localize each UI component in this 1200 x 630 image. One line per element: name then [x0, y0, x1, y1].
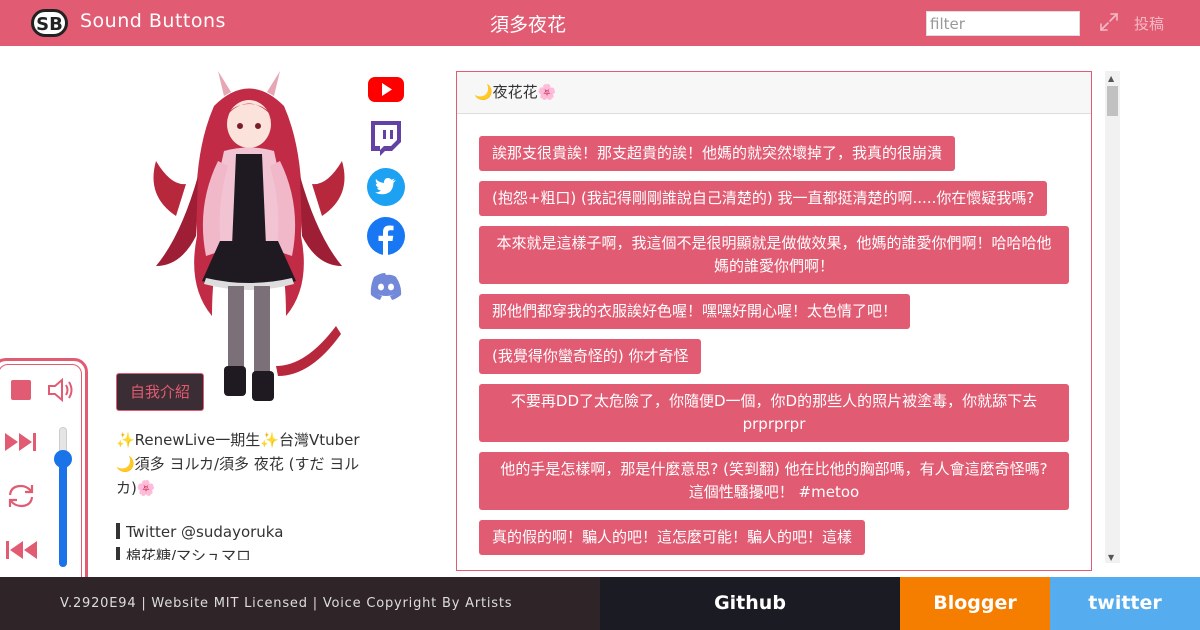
page-title: 須多夜花: [490, 14, 567, 36]
next-icon[interactable]: [4, 431, 38, 453]
vtuber-character-image: [153, 71, 345, 401]
sound-button[interactable]: 誒那支很貴誒！那支超貴的誒！他媽的就突然壞掉了，我真的很崩潰: [479, 136, 956, 171]
profile-line: カ)🌸: [116, 479, 156, 497]
post-link[interactable]: 投稿: [1134, 13, 1164, 34]
profile-description: ✨RenewLive一期生✨台灣Vtuber 🌙須多 ヨルカ/須多 夜花 (すだ…: [116, 428, 366, 560]
stop-icon[interactable]: [10, 379, 32, 401]
profile-line: 🌙須多 ヨルカ/須多 夜花 (すだ ヨル: [116, 455, 360, 473]
sound-button[interactable]: (抱怨+粗口) (我記得剛剛誰說自己清楚的) 我一直都挺清楚的啊.....你在懷…: [479, 181, 1048, 216]
scroll-up-arrow[interactable]: ▲: [1108, 74, 1114, 83]
facebook-icon[interactable]: [366, 216, 406, 256]
sound-button[interactable]: 不要再DD了太危險了，你隨便D一個，你D的那些人的照片被塗毒，你就舔下去prpr…: [479, 384, 1069, 442]
expand-icon[interactable]: [1098, 11, 1120, 33]
sound-button[interactable]: (我覺得你蠻奇怪的) 你才奇怪: [479, 339, 702, 374]
sound-list: 誒那支很貴誒！那支超貴的誒！他媽的就突然壞掉了，我真的很崩潰 (抱怨+粗口) (…: [457, 114, 1091, 565]
footer-version: V.2920E94 | Website MIT Licensed | Voice…: [0, 577, 600, 630]
blogger-link[interactable]: Blogger: [900, 577, 1050, 630]
scroll-down-arrow[interactable]: ▼: [1108, 553, 1114, 562]
volume-slider-fill: [59, 459, 67, 567]
filter-input[interactable]: [926, 11, 1080, 36]
sound-button[interactable]: 他的手是怎樣啊，那是什麼意思? (笑到翻) 他在比他的胸部嗎，有人會這麼奇怪嗎?…: [479, 452, 1069, 510]
sound-button[interactable]: 本來就是這樣子啊，我這個不是很明顯就是做做效果，他媽的誰愛你們啊！哈哈哈他媽的誰…: [479, 226, 1069, 284]
sound-list-panel: 🌙夜花花🌸 誒那支很貴誒！那支超貴的誒！他媽的就突然壞掉了，我真的很崩潰 (抱怨…: [456, 71, 1092, 571]
self-intro-button[interactable]: 自我介紹: [116, 373, 204, 411]
twitter-handle[interactable]: Twitter @sudayoruka: [116, 520, 366, 544]
site-title[interactable]: Sound Buttons: [80, 10, 226, 32]
site-logo[interactable]: SB: [31, 9, 68, 37]
twitter-icon[interactable]: [366, 167, 406, 207]
svg-text:SB: SB: [36, 14, 63, 35]
previous-icon[interactable]: [4, 539, 38, 561]
youtube-icon[interactable]: [366, 69, 406, 109]
marshmallow-link[interactable]: 棉花糖/マシュマロ: [116, 544, 366, 560]
discord-icon[interactable]: [366, 265, 406, 305]
sound-button[interactable]: 那他們都穿我的衣服誒好色喔！嘿嘿好開心喔！太色情了吧！: [479, 294, 911, 329]
scrollbar[interactable]: [1105, 71, 1120, 563]
sound-group-header: 🌙夜花花🌸: [457, 72, 1091, 114]
top-navbar: SB Sound Buttons 須多夜花 投稿: [0, 0, 1200, 46]
github-link[interactable]: Github: [600, 577, 900, 630]
volume-icon[interactable]: [46, 376, 76, 404]
scrollbar-thumb[interactable]: [1107, 86, 1118, 116]
twitter-link[interactable]: twitter: [1050, 577, 1200, 630]
repeat-icon[interactable]: [5, 481, 37, 511]
volume-slider-thumb[interactable]: [54, 450, 72, 468]
profile-line: ✨RenewLive一期生✨台灣Vtuber: [116, 431, 360, 449]
twitch-icon[interactable]: [366, 118, 406, 158]
sound-button[interactable]: 真的假的啊！騙人的吧！這怎麼可能！騙人的吧！這樣: [479, 520, 866, 555]
